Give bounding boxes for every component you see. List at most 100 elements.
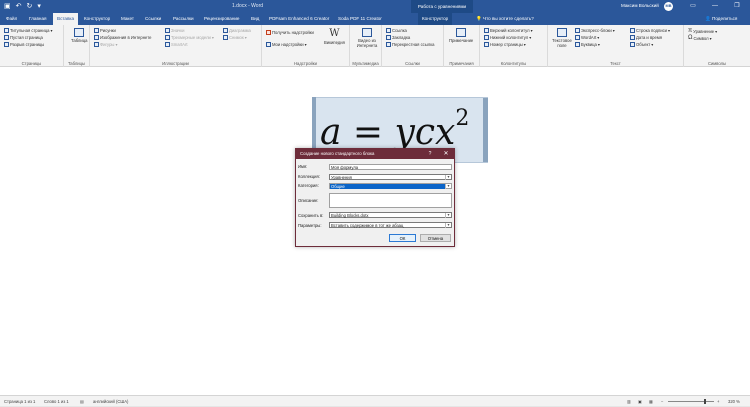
avatar[interactable]: МВ (664, 2, 673, 11)
link-label: Ссылка (392, 28, 407, 33)
description-label: Описание: (298, 198, 319, 203)
signature-line-button[interactable]: Строка подписи ▾ (630, 28, 670, 33)
tab-sodapdf[interactable]: Soda PDF 11 Creator (338, 13, 382, 25)
help-button[interactable]: ? (425, 149, 435, 159)
chart-label: Диаграмма (229, 28, 251, 33)
user-name[interactable]: Максим Вольский (621, 3, 659, 8)
text-box-icon (557, 28, 567, 37)
share-button[interactable]: 👤 Поделиться (705, 13, 737, 25)
wikipedia-button[interactable]: W Википедия (324, 29, 345, 46)
save-in-select[interactable]: Building Blocks.dotx ▼ (329, 212, 452, 218)
gallery-select[interactable]: Уравнения ▼ (329, 174, 452, 180)
tab-design[interactable]: Конструктор (84, 13, 110, 25)
smartart-button[interactable]: SmartArt (165, 42, 188, 47)
video-icon (362, 28, 372, 37)
restore-icon[interactable]: ❐ (726, 1, 748, 11)
close-icon[interactable]: ✕ (440, 149, 452, 159)
online-video-button[interactable]: Видео из Интернета (356, 28, 378, 48)
equation-options-handle[interactable] (483, 98, 488, 162)
group-comments: Примечание Примечания (444, 25, 480, 67)
blank-page-button[interactable]: Пустая страница (4, 35, 43, 40)
undo-icon[interactable]: ↶ (16, 2, 22, 11)
symbol-label: Символ (693, 35, 709, 41)
equation-label: Уравнение (693, 28, 715, 34)
chart-button[interactable]: Диаграмма (223, 28, 251, 33)
shapes-icon (94, 42, 99, 47)
group-header-footer: Верхний колонтитул ▾ Нижний колонтитул ▾ Н… (480, 25, 548, 67)
customize-icon[interactable]: ▾ (37, 2, 41, 11)
web-layout-icon[interactable]: ▦ (649, 396, 653, 407)
language[interactable]: английский (США) (93, 396, 128, 407)
date-time-button[interactable]: Дата и время (630, 35, 662, 40)
group-symbols: π Уравнение ▾ Ω Символ ▾ Символы (684, 25, 750, 67)
cross-reference-button[interactable]: Перекрестная ссылка (386, 42, 434, 47)
tab-equation-design[interactable]: Конструктор (418, 13, 453, 25)
tab-mailings[interactable]: Рассылки (173, 13, 194, 25)
bookmark-button[interactable]: Закладка (386, 35, 410, 40)
cancel-button[interactable]: Отмена (420, 234, 451, 242)
text-box-button[interactable]: Текстовое поле (551, 28, 573, 48)
tab-layout[interactable]: Макет (121, 13, 134, 25)
group-label-text: Текст (610, 61, 621, 66)
text-box-label: Текстовое поле (552, 38, 572, 48)
wordart-label: WordArt (581, 35, 597, 40)
tab-home[interactable]: Главная (29, 13, 46, 25)
proofing-icon[interactable]: ▤ (80, 396, 84, 407)
description-textarea[interactable] (329, 193, 452, 208)
zoom-level[interactable]: 320 % (728, 396, 740, 407)
store-icon (266, 30, 271, 35)
page-number-button[interactable]: Номер страницы ▾ (484, 42, 526, 47)
tab-view[interactable]: Вид (251, 13, 259, 25)
zoom-slider-track[interactable] (668, 401, 714, 402)
footer-button[interactable]: Нижний колонтитул ▾ (484, 35, 531, 40)
drop-cap-button[interactable]: Буквица ▾ (575, 42, 600, 47)
shapes-button[interactable]: Фигуры ▾ (94, 42, 118, 47)
zoom-slider-thumb[interactable] (704, 399, 706, 404)
header-button[interactable]: Верхний колонтитул ▾ (484, 28, 533, 33)
symbol-button[interactable]: Ω Символ ▾ (688, 35, 712, 41)
equation-rhs: ycx (394, 112, 456, 153)
save-icon[interactable]: ▣ (4, 2, 11, 11)
get-addins-button[interactable]: Получить надстройки (266, 30, 314, 35)
object-button[interactable]: Объект ▾ (630, 42, 653, 47)
page-count[interactable]: Страница 1 из 1 (4, 396, 35, 407)
pictures-button[interactable]: Рисунки (94, 28, 116, 33)
quick-parts-button[interactable]: Экспресс-блоки ▾ (575, 28, 615, 33)
redo-icon[interactable]: ↻ (27, 2, 33, 11)
print-layout-icon[interactable]: ▣ (638, 396, 642, 407)
3d-models-label: Трехмерные модели (171, 35, 211, 40)
tell-me-search[interactable]: 💡 Что вы хотите сделать? (476, 13, 534, 25)
screenshot-button[interactable]: Снимок ▾ (223, 35, 247, 40)
tab-review[interactable]: Рецензирование (204, 13, 239, 25)
icons-icon (165, 28, 170, 33)
icons-button[interactable]: Значки (165, 28, 184, 33)
signature-icon (630, 28, 635, 33)
equation-button[interactable]: π Уравнение ▾ (688, 28, 717, 34)
my-addins-button[interactable]: Мои надстройки ▾ (266, 42, 307, 47)
group-label-media: Мультимедиа (352, 61, 379, 66)
link-button[interactable]: Ссылка (386, 28, 407, 33)
gallery-label: Коллекция: (298, 174, 320, 179)
tab-file[interactable]: Файл (6, 13, 17, 25)
cover-page-button[interactable]: Титульная страница ▾ (4, 28, 53, 33)
ok-button[interactable]: ОК (389, 234, 416, 242)
tab-pdfsam[interactable]: PDFsam Enhanced 6 Creator (269, 13, 329, 25)
ribbon-options-icon[interactable]: ▭ (682, 1, 704, 11)
zoom-out-icon[interactable]: − (661, 396, 663, 407)
zoom-in-icon[interactable]: + (717, 396, 719, 407)
cross-reference-icon (386, 42, 391, 47)
tab-insert[interactable]: Вставка (53, 13, 79, 25)
3d-models-button[interactable]: Трехмерные модели ▾ (165, 35, 214, 40)
table-button[interactable]: Таблица (71, 28, 87, 43)
tab-references[interactable]: Ссылки (145, 13, 161, 25)
word-count[interactable]: Слово 1 из 1 (44, 396, 69, 407)
page-break-button[interactable]: Разрыв страницы (4, 42, 44, 47)
options-select[interactable]: Вставить содержимое в тот же абзац ▼ (329, 222, 452, 228)
minimize-icon[interactable]: — (704, 1, 726, 11)
comment-button[interactable]: Примечание (449, 28, 473, 43)
category-select[interactable]: Общие ▼ (329, 183, 452, 189)
wordart-button[interactable]: WordArt ▾ (575, 35, 599, 40)
online-pictures-button[interactable]: Изображения в Интернете (94, 35, 151, 40)
name-input[interactable]: Моя формула (329, 164, 452, 170)
read-mode-icon[interactable]: ▥ (627, 396, 631, 407)
